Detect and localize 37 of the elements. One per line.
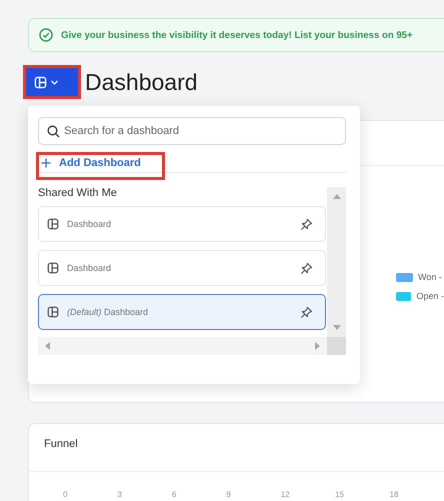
dashboard-layout-icon (47, 306, 59, 318)
scroll-down-arrow-icon[interactable] (332, 325, 340, 331)
banner-text: Give your business the visibility it deserves today! List your business on 95+ (61, 30, 413, 40)
scroll-left-arrow-icon[interactable] (44, 342, 50, 350)
add-dashboard-button[interactable]: Add Dashboard (38, 154, 163, 178)
dashboard-layout-icon (47, 218, 59, 230)
search-icon (47, 125, 60, 138)
scroll-up-arrow-icon[interactable] (332, 193, 340, 199)
section-title: Shared With Me (38, 187, 117, 199)
pin-icon[interactable] (300, 306, 313, 318)
dashboard-list-item[interactable]: Dashboard (38, 250, 326, 286)
axis-tick-label: 0 (63, 490, 68, 499)
vertical-scrollbar[interactable] (327, 187, 346, 337)
dashboard-layout-icon (34, 76, 47, 88)
axis-tick-label: 3 (117, 490, 123, 499)
axis-tick-label: 12 (280, 490, 291, 499)
axis-tick-label: 18 (390, 490, 400, 499)
dashboard-layout-icon (47, 262, 59, 274)
page-title: Dashboard (85, 68, 198, 96)
dashboard-list-item[interactable]: Dashboard (38, 206, 326, 242)
chevron-down-icon (50, 78, 59, 86)
plus-icon (41, 158, 51, 168)
axis-tick-label: 15 (335, 490, 346, 499)
dashboard-switcher-button[interactable] (26, 68, 78, 96)
pin-icon[interactable] (300, 218, 313, 230)
axis-tick-label: 9 (226, 490, 232, 499)
search-field[interactable]: Search for a dashboard (38, 117, 346, 145)
axis-tick-label: 6 (172, 490, 178, 499)
dashboard-list-item[interactable]: (Default) Dashboard (38, 294, 326, 330)
check-circle-icon (39, 28, 53, 42)
scrollbar-corner (327, 337, 346, 355)
pin-icon[interactable] (300, 262, 313, 274)
card-title: Funnel (43, 437, 78, 452)
horizontal-scrollbar[interactable] (38, 337, 327, 355)
legend-label: Won - (418, 272, 442, 282)
scroll-right-arrow-icon[interactable] (315, 342, 321, 350)
legend-label: Open - (416, 291, 444, 301)
